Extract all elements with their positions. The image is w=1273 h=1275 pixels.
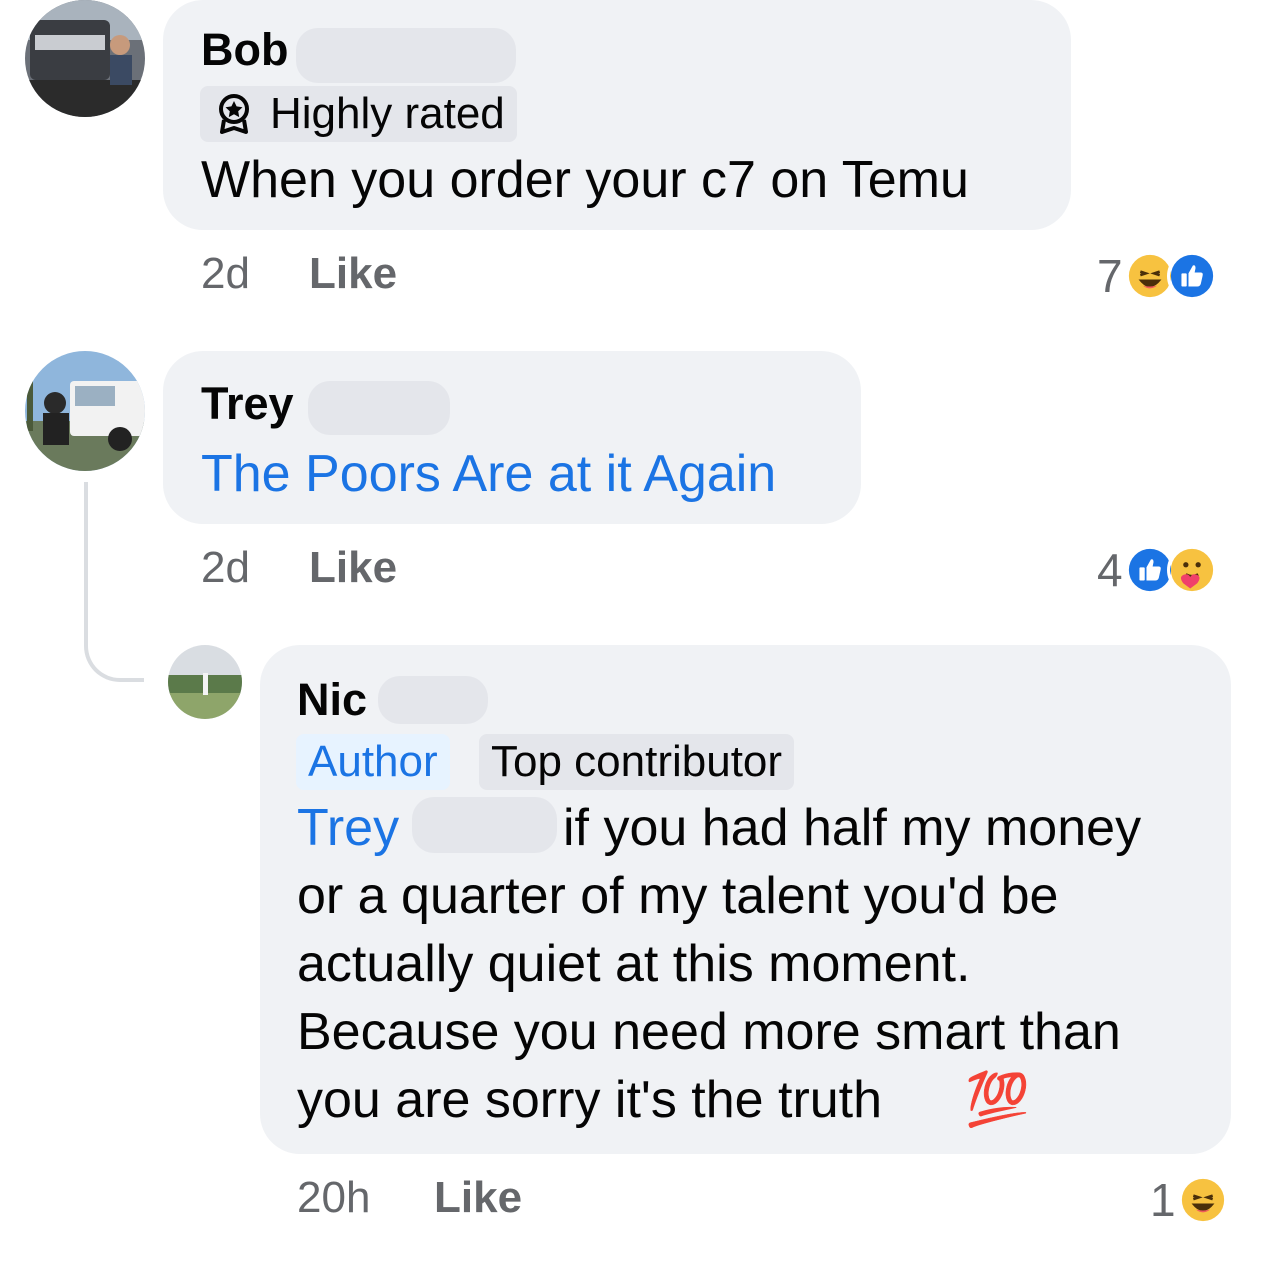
redacted-surname bbox=[296, 28, 516, 83]
comment-text-line: Because you need more smart than bbox=[297, 1003, 1121, 1061]
comment-author-name[interactable]: Nic bbox=[297, 674, 367, 726]
redacted-surname bbox=[412, 797, 557, 853]
comment-text-link[interactable]: The Poors Are at it Again bbox=[201, 440, 776, 508]
haha-icon bbox=[1177, 1175, 1228, 1225]
author-badge[interactable]: Author bbox=[296, 734, 450, 790]
avatar-trey[interactable] bbox=[25, 351, 145, 471]
hundred-points-emoji: 💯 bbox=[965, 1071, 1030, 1129]
like-button[interactable]: Like bbox=[309, 543, 397, 593]
badge-label: Author bbox=[308, 737, 438, 786]
award-icon bbox=[212, 92, 256, 136]
care-icon bbox=[1166, 545, 1217, 595]
top-contributor-badge[interactable]: Top contributor bbox=[479, 734, 795, 790]
like-button[interactable]: Like bbox=[434, 1173, 522, 1223]
badge-label: Top contributor bbox=[491, 737, 783, 786]
comment-text-line: you are sorry it's the truth bbox=[297, 1071, 883, 1129]
reaction-summary[interactable]: 4 bbox=[1097, 540, 1217, 600]
reply-thread-line bbox=[84, 482, 144, 682]
avatar-bob[interactable] bbox=[25, 0, 145, 117]
comment-author-name[interactable]: Trey bbox=[201, 378, 294, 430]
comment-text-line: actually quiet at this moment. bbox=[297, 935, 971, 993]
redacted-surname bbox=[308, 381, 450, 435]
comment-text: When you order your c7 on Temu bbox=[201, 151, 969, 209]
like-icon bbox=[1166, 251, 1217, 301]
highly-rated-badge[interactable]: Highly rated bbox=[200, 86, 517, 142]
mention-link[interactable]: Trey bbox=[297, 794, 399, 862]
reaction-summary[interactable]: 1 bbox=[1150, 1170, 1228, 1230]
reaction-count: 4 bbox=[1097, 544, 1123, 596]
comment-timestamp[interactable]: 2d bbox=[201, 543, 250, 593]
like-button[interactable]: Like bbox=[309, 249, 397, 299]
comment-author-name[interactable]: Bob bbox=[201, 24, 288, 76]
reaction-count: 7 bbox=[1097, 250, 1123, 302]
comment-text-line: if you had half my money bbox=[563, 799, 1142, 857]
reaction-summary[interactable]: 7 bbox=[1097, 246, 1217, 306]
avatar-nic[interactable] bbox=[168, 645, 242, 719]
comment-timestamp[interactable]: 2d bbox=[201, 249, 250, 299]
comment-text-line: or a quarter of my talent you'd be bbox=[297, 867, 1059, 925]
comment-timestamp[interactable]: 20h bbox=[297, 1173, 370, 1223]
reaction-count: 1 bbox=[1150, 1174, 1176, 1226]
redacted-surname bbox=[378, 676, 488, 724]
badge-label: Highly rated bbox=[270, 89, 505, 138]
